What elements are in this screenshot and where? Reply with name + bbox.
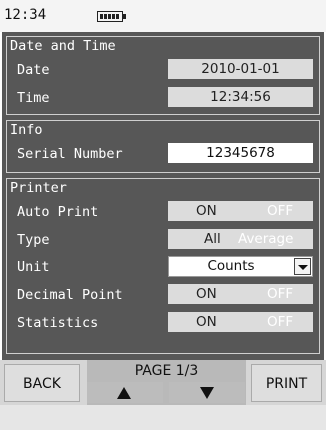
toggle-off[interactable]: OFF [267,284,293,304]
page-up-button[interactable] [87,382,163,403]
section-title: Info [10,122,43,138]
auto-print-row: Auto Print ON OFF [7,201,319,223]
pager: PAGE 1/3 [87,360,246,405]
statistics-row: Statistics ON OFF [7,312,319,334]
serial-label: Serial Number [17,146,123,162]
arrow-up-icon [117,387,131,399]
toggle-on[interactable]: ON [196,312,217,332]
decimal-point-row: Decimal Point ON OFF [7,284,319,306]
page-down-button[interactable] [169,382,245,403]
unit-value: Counts [207,258,255,274]
date-field[interactable]: 2010-01-01 [168,59,313,79]
decimal-point-toggle[interactable]: ON OFF [168,284,313,304]
settings-panel: Date and Time Date 2010-01-01 Time 12:34… [0,32,326,360]
unit-row: Unit Counts [7,256,319,278]
toggle-off[interactable]: OFF [267,312,293,332]
toggle-on[interactable]: ON [196,201,217,221]
back-button[interactable]: BACK [4,364,80,402]
battery-icon [97,11,126,22]
date-row: Date 2010-01-01 [7,59,319,81]
type-toggle[interactable]: All Average [168,229,313,249]
section-title: Date and Time [10,38,116,54]
type-row: Type All Average [7,229,319,251]
toggle-off[interactable]: OFF [267,201,293,221]
clock: 12:34 [4,7,47,23]
auto-print-toggle[interactable]: ON OFF [168,201,313,221]
serial-row: Serial Number 12345678 [7,143,319,165]
unit-label: Unit [17,259,50,275]
toggle-all[interactable]: All [204,229,221,249]
page-indicator: PAGE 1/3 [134,363,199,379]
serial-field[interactable]: 12345678 [168,143,313,163]
chevron-down-icon[interactable] [294,258,311,275]
bottom-strip [0,405,326,430]
toggle-average[interactable]: Average [238,229,293,249]
section-info: Info Serial Number 12345678 [6,120,320,173]
section-date-time: Date and Time Date 2010-01-01 Time 12:34… [6,36,320,115]
time-row: Time 12:34:56 [7,87,319,109]
status-bar: 12:34 [0,0,326,32]
date-label: Date [17,62,50,78]
print-button[interactable]: PRINT [251,364,322,402]
auto-print-label: Auto Print [17,204,99,220]
time-label: Time [17,90,50,106]
section-title: Printer [10,180,67,196]
decimal-point-label: Decimal Point [17,287,123,303]
type-label: Type [17,232,50,248]
section-printer: Printer Auto Print ON OFF Type All Avera… [6,178,320,354]
arrow-down-icon [200,387,214,399]
toggle-on[interactable]: ON [196,284,217,304]
footer-bar: BACK PAGE 1/3 PRINT [0,360,326,405]
time-field[interactable]: 12:34:56 [168,87,313,107]
statistics-toggle[interactable]: ON OFF [168,312,313,332]
unit-select[interactable]: Counts [168,256,313,277]
statistics-label: Statistics [17,315,99,331]
